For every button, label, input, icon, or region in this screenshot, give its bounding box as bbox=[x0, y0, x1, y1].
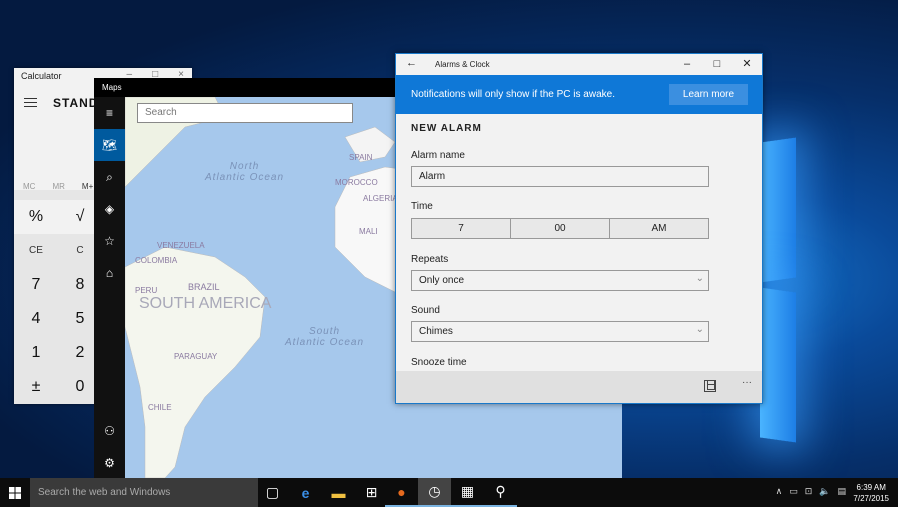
repeats-label: Repeats bbox=[411, 254, 449, 265]
sound-dropdown[interactable]: Chimes ⌄ bbox=[411, 321, 709, 342]
repeats-value: Only once bbox=[419, 275, 465, 286]
taskbar-clock[interactable]: 6:39 AM 7/27/2015 bbox=[853, 482, 889, 504]
3d-cities-icon[interactable]: ⌂ bbox=[94, 257, 125, 289]
battery-icon[interactable]: ▭ bbox=[789, 486, 798, 497]
negate-button[interactable]: ± bbox=[14, 370, 58, 404]
command-bar: ··· bbox=[396, 371, 762, 403]
banner-text: Notifications will only show if the PC i… bbox=[411, 89, 615, 100]
taskbar-search-input[interactable]: Search the web and Windows bbox=[30, 478, 258, 507]
time-label: Time bbox=[411, 201, 433, 212]
snooze-label: Snooze time bbox=[411, 357, 467, 368]
taskbar: Search the web and Windows ▢ e ▬ ⊞ ● ◷ ▦… bbox=[0, 478, 898, 507]
repeats-dropdown[interactable]: Only once ⌄ bbox=[411, 270, 709, 291]
map-label-spain: SPAIN bbox=[349, 153, 373, 162]
mplus-button[interactable]: M+ bbox=[82, 182, 93, 191]
digit-7-button[interactable]: 7 bbox=[14, 268, 58, 302]
ampm-field[interactable]: AM bbox=[610, 219, 708, 238]
chevron-down-icon: ⌄ bbox=[695, 324, 704, 335]
edge-browser-icon[interactable]: e bbox=[289, 478, 322, 507]
store-icon[interactable]: ⊞ bbox=[355, 478, 388, 507]
learn-more-button[interactable]: Learn more bbox=[669, 84, 748, 105]
search-icon[interactable]: ⌕ bbox=[94, 161, 125, 193]
maps-search-input[interactable]: Search bbox=[137, 103, 353, 123]
calculator-title: Calculator bbox=[21, 71, 62, 81]
start-button[interactable] bbox=[0, 478, 30, 507]
show-hidden-icons-chevron-icon[interactable]: ∧ bbox=[776, 486, 783, 497]
windows-logo-wallpaper bbox=[760, 120, 898, 470]
hour-field[interactable]: 7 bbox=[412, 219, 511, 238]
alarms-clock-window[interactable]: ← Alarms & Clock – □ ✕ Notifications wil… bbox=[395, 53, 763, 404]
clock-date: 7/27/2015 bbox=[853, 494, 889, 503]
maps-sidebar: ≡ 🗺 ⌕ ◈ ☆ ⌂ ⚇ ⚙ bbox=[94, 97, 125, 478]
new-alarm-heading: NEW ALARM bbox=[411, 123, 482, 134]
notification-banner: Notifications will only show if the PC i… bbox=[396, 75, 762, 114]
hamburger-menu-icon[interactable] bbox=[24, 98, 37, 110]
minimize-icon[interactable]: – bbox=[672, 54, 702, 75]
windows-start-icon bbox=[9, 486, 21, 499]
map-label-peru: PERU bbox=[135, 286, 158, 295]
map-label-algeria: ALGERIA bbox=[363, 194, 398, 203]
task-view-icon[interactable]: ▢ bbox=[256, 478, 289, 507]
favorites-star-icon[interactable]: ☆ bbox=[94, 225, 125, 257]
map-label-morocco: MOROCCO bbox=[335, 178, 378, 187]
hamburger-menu-icon[interactable]: ≡ bbox=[94, 97, 125, 129]
directions-icon[interactable]: ◈ bbox=[94, 193, 125, 225]
account-icon[interactable]: ⚇ bbox=[94, 415, 125, 447]
sound-label: Sound bbox=[411, 305, 440, 316]
ce-button[interactable]: CE bbox=[14, 234, 58, 268]
system-tray: ∧ ▭ ⊡ 🔈 ▤ bbox=[776, 486, 846, 497]
maps-taskbar-icon[interactable]: ⚲ bbox=[484, 478, 517, 507]
alarms-title: Alarms & Clock bbox=[435, 60, 490, 69]
more-options-icon[interactable]: ··· bbox=[742, 377, 752, 388]
minute-field[interactable]: 00 bbox=[511, 219, 610, 238]
map-label-mali: MALI bbox=[359, 227, 378, 236]
volume-icon[interactable]: 🔈 bbox=[819, 486, 830, 497]
alarms-titlebar[interactable]: ← Alarms & Clock – □ ✕ bbox=[396, 54, 762, 75]
alarms-clock-taskbar-icon[interactable]: ◷ bbox=[418, 478, 451, 507]
save-icon[interactable] bbox=[704, 380, 716, 392]
firefox-icon[interactable]: ● bbox=[385, 478, 418, 507]
map-label-colombia: COLOMBIA bbox=[135, 256, 178, 265]
back-arrow-icon[interactable]: ← bbox=[406, 57, 417, 69]
mc-button[interactable]: MC bbox=[23, 182, 35, 191]
network-icon[interactable]: ⊡ bbox=[805, 486, 813, 497]
chevron-down-icon: ⌄ bbox=[695, 273, 704, 284]
map-label-south-america: SOUTH AMERICA bbox=[139, 295, 272, 312]
calculator-taskbar-icon[interactable]: ▦ bbox=[451, 478, 484, 507]
settings-gear-icon[interactable]: ⚙ bbox=[94, 447, 125, 478]
maximize-icon[interactable]: □ bbox=[702, 54, 732, 75]
map-label-south-atlantic: South Atlantic Ocean bbox=[285, 326, 365, 348]
digit-4-button[interactable]: 4 bbox=[14, 302, 58, 336]
sound-value: Chimes bbox=[419, 326, 453, 337]
percent-button[interactable]: % bbox=[14, 200, 58, 234]
file-explorer-icon[interactable]: ▬ bbox=[322, 478, 355, 507]
mr-button[interactable]: MR bbox=[52, 182, 64, 191]
digit-1-button[interactable]: 1 bbox=[14, 336, 58, 370]
map-label-venezuela: VENEZUELA bbox=[157, 241, 205, 250]
clock-time: 6:39 AM bbox=[856, 483, 886, 492]
alarm-name-label: Alarm name bbox=[411, 150, 465, 161]
map-label-brazil: BRAZIL bbox=[188, 282, 220, 292]
desktop: Calculator – □ × STANDA MC MR M+ % √ CE C 78… bbox=[0, 0, 898, 478]
map-label-chile: CHILE bbox=[148, 403, 172, 412]
map-label-north-atlantic: North Atlantic Ocean bbox=[205, 161, 285, 183]
map-icon[interactable]: 🗺 bbox=[94, 129, 125, 161]
close-icon[interactable]: ✕ bbox=[732, 54, 762, 75]
time-picker[interactable]: 7 00 AM bbox=[411, 218, 709, 239]
alarm-name-input[interactable]: Alarm bbox=[411, 166, 709, 187]
map-label-paraguay: PARAGUAY bbox=[174, 352, 218, 361]
action-center-icon[interactable]: ▤ bbox=[837, 486, 846, 497]
